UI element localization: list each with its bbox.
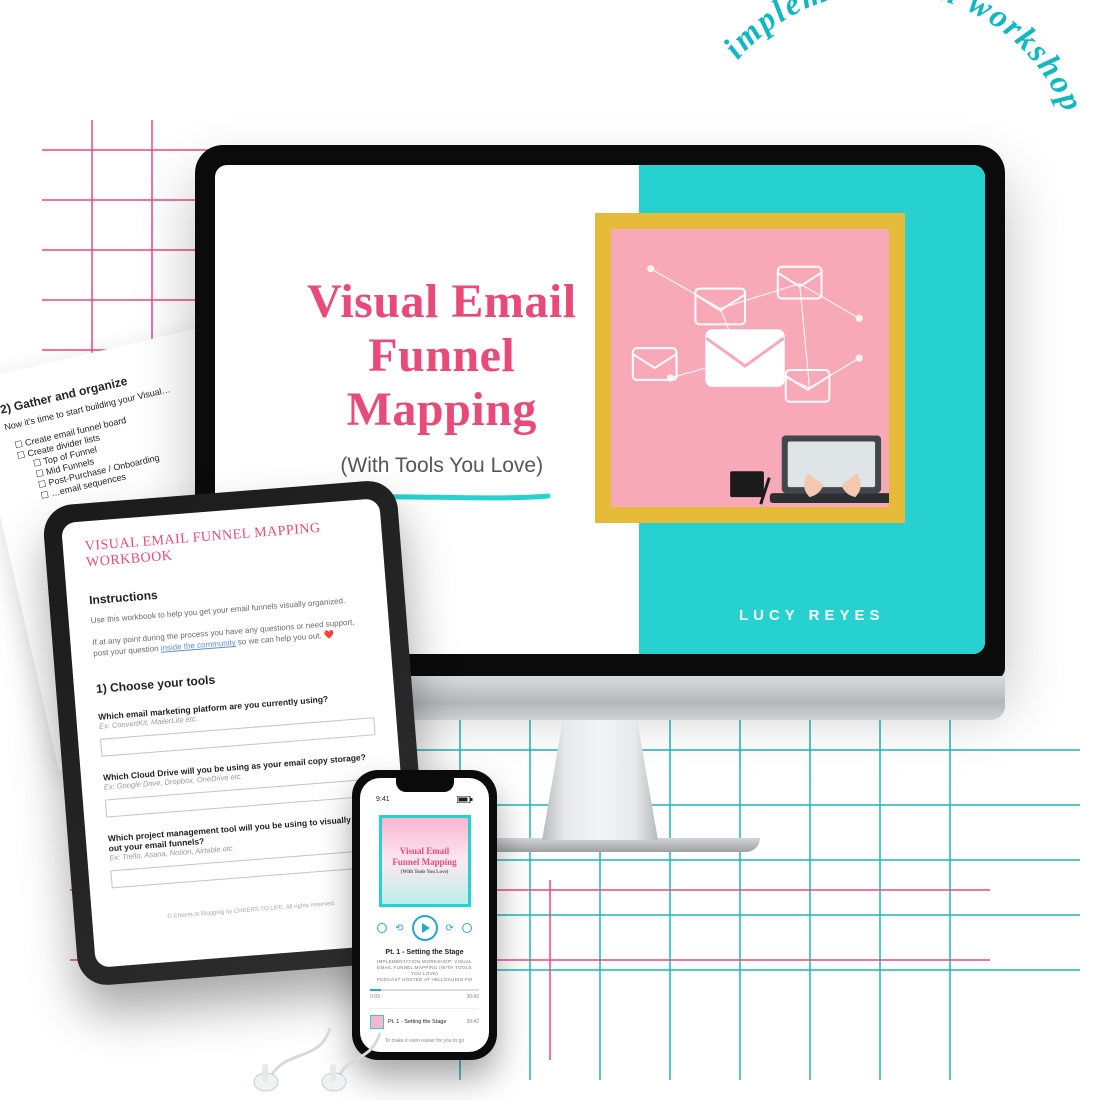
phone-device: 9:41 Visual Email Funnel Mapping (With T… — [352, 770, 497, 1060]
episode-thumb — [370, 1015, 384, 1029]
timecodes: 0:03 30:42 — [370, 994, 479, 1000]
battery-icon — [457, 796, 473, 805]
track-meta: IMPLEMENTATION WORKSHOP: VISUAL EMAIL FU… — [377, 959, 472, 982]
curved-text-label: implementation workshop — [717, 0, 1091, 118]
workbook-footer: © Cheers to Blogging by CHEERS TO LIFE. … — [114, 896, 389, 924]
email-network-illustration — [611, 229, 889, 507]
episode-row[interactable]: Pt. 1 - Setting the Stage 30:42 — [370, 1008, 479, 1029]
progress-bar[interactable] — [370, 989, 479, 991]
rewind-icon[interactable]: ⟲ — [395, 923, 403, 934]
track-title: Pt. 1 - Setting the Stage — [385, 949, 463, 956]
episode-label: Pt. 1 - Setting the Stage — [388, 1019, 462, 1025]
episode-length: 30:42 — [466, 1019, 479, 1025]
author-name: LUCY REYES — [639, 607, 986, 624]
phone-time: 9:41 — [376, 796, 390, 805]
forward-icon[interactable]: ⟳ — [446, 923, 454, 934]
player-controls: ⟲ ⟳ — [377, 915, 472, 941]
choose-tools-heading: 1) Choose your tools — [96, 660, 371, 696]
next-button[interactable] — [462, 923, 472, 933]
slide-right: LUCY REYES — [639, 165, 986, 654]
slide-subtitle: (With Tools You Love) — [340, 454, 543, 478]
podcast-cover: Visual Email Funnel Mapping (With Tools … — [379, 815, 471, 907]
phone-footer: To make it even easier for you to go — [385, 1032, 464, 1044]
phone-status-bar: 9:41 — [370, 796, 479, 805]
play-button[interactable] — [412, 915, 438, 941]
phone-screen: 9:41 Visual Email Funnel Mapping (With T… — [360, 778, 489, 1052]
product-mockup-canvas: implementation workshop 2) Gather and or… — [0, 0, 1100, 1100]
monitor-stand — [542, 720, 658, 840]
slide-title: Visual Email Funnel Mapping — [275, 275, 609, 436]
image-frame — [595, 213, 905, 523]
prev-button[interactable] — [377, 923, 387, 933]
svg-text:implementation workshop: implementation workshop — [717, 0, 1091, 118]
workbook-title: VISUAL EMAIL FUNNEL MAPPING WORKBOOK — [84, 518, 361, 571]
phone-notch — [396, 778, 454, 792]
